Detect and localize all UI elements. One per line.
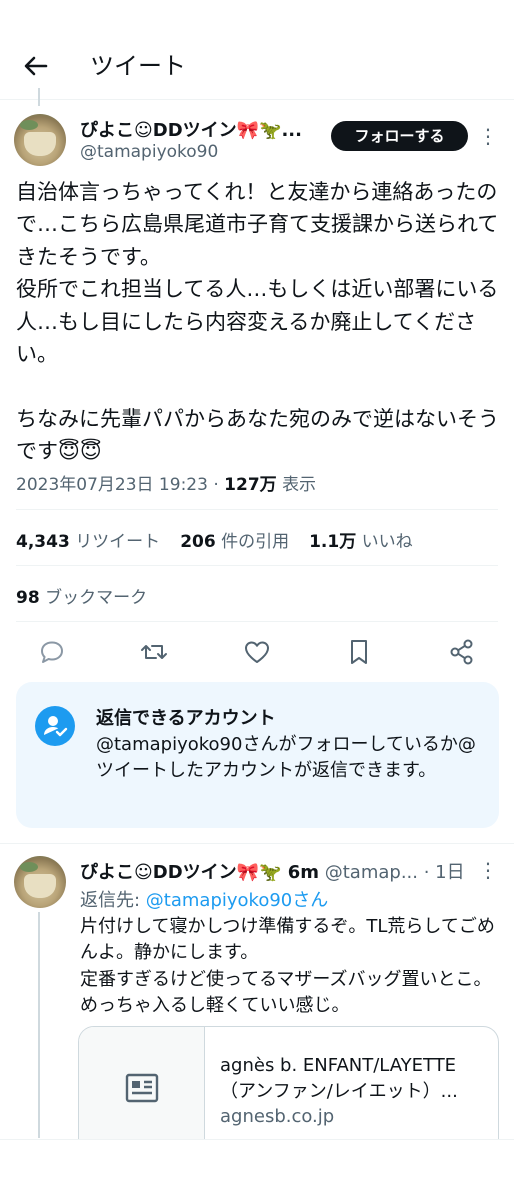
divider (0, 843, 514, 844)
reply-restriction-title: 返信できるアカウント (96, 708, 276, 729)
bookmark-icon[interactable] (343, 636, 375, 668)
bookmarks-count: 98 (16, 588, 40, 608)
bookmarks-label: ブックマーク (45, 588, 148, 608)
thread-line (38, 912, 40, 1138)
quotes-count: 206 (180, 532, 216, 552)
reply-tweet-text: 片付けして寝かしつけ準備するぞ。TL荒らしてごめんよ。静かにします。 定番すぎる… (80, 916, 495, 1016)
meta-dot: · (213, 475, 219, 495)
more-options-icon[interactable]: ⋮ (478, 124, 498, 148)
page-title: ツイート (90, 52, 186, 80)
divider (16, 565, 498, 566)
views-count: 127万 (224, 475, 277, 495)
retweet-icon[interactable] (138, 636, 170, 668)
reply-to-label: 返信先: (80, 890, 146, 911)
avatar[interactable] (14, 114, 66, 166)
account-check-icon (35, 706, 75, 746)
like-heart-icon[interactable] (241, 636, 273, 668)
views-label: 表示 (282, 475, 317, 495)
display-name[interactable]: ぴよこ☺DDツイン🎀🦖... (80, 116, 302, 142)
link-card-domain: agnesb.co.jp (220, 1106, 335, 1127)
thread-line (38, 88, 40, 106)
more-options-icon[interactable]: ⋮ (478, 858, 498, 882)
retweets-label: リツイート (75, 532, 161, 552)
tweet-text: 自治体言っちゃってくれ！と友達から連絡あったので…こちら広島県尾道市子育て支援課… (16, 180, 499, 464)
user-handle[interactable]: @tamapiyoko90 (80, 142, 218, 162)
likes-label: いいね (361, 532, 413, 552)
reply-to-line: 返信先: @tamapiyoko90さん (80, 886, 328, 912)
engagement-stats: 4,343 リツイート 206 件の引用 1.1万 いいね (16, 527, 413, 552)
avatar[interactable] (14, 856, 66, 908)
share-icon[interactable] (446, 636, 478, 668)
display-name: ぴよこ☺DDツイン🎀🦖 6m (80, 862, 320, 883)
back-arrow-icon[interactable] (18, 48, 54, 84)
tweet-meta: 2023年07月23日 19:23 · 127万 表示 (16, 470, 316, 495)
retweets-count: 4,343 (16, 532, 70, 552)
reply-handle-time: @tamap... · 1日 (319, 862, 465, 883)
divider (16, 509, 498, 510)
likes-count: 1.1万 (309, 532, 357, 552)
reply-restriction-box: 返信できるアカウント @tamapiyoko90さんがフォローしているか@ツイー… (16, 682, 499, 828)
top-bar: ツイート (0, 0, 514, 100)
link-card-subtitle: （アンファン/レイエット）... (220, 1081, 458, 1102)
likes-stat[interactable]: 1.1万 いいね (309, 532, 413, 552)
retweets-stat[interactable]: 4,343 リツイート (16, 532, 160, 552)
reply-to-link[interactable]: @tamapiyoko90さん (146, 890, 328, 911)
reply-restriction-body: @tamapiyoko90さんがフォローしているか@ツイートしたアカウントが返信… (96, 734, 476, 781)
bottom-bar (0, 1139, 514, 1199)
divider (16, 621, 498, 622)
follow-button[interactable]: フォローする (331, 121, 468, 151)
reply-icon[interactable] (36, 636, 68, 668)
reply-header[interactable]: ぴよこ☺DDツイン🎀🦖 6m @tamap... · 1日 (80, 858, 490, 884)
bookmarks-stat[interactable]: 98 ブックマーク (16, 583, 147, 608)
quotes-label: 件の引用 (221, 532, 290, 552)
quotes-stat[interactable]: 206 件の引用 (180, 532, 289, 552)
tweet-datetime[interactable]: 2023年07月23日 19:23 (16, 475, 208, 495)
link-card-title: agnès b. ENFANT/LAYETTE (220, 1055, 457, 1076)
